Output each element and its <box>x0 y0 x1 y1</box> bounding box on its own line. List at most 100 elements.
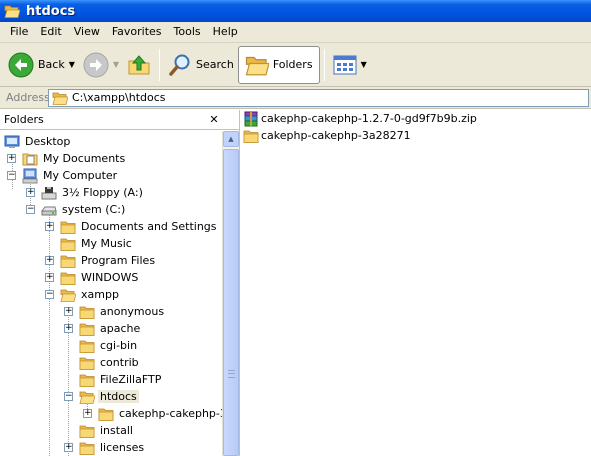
expand-icon[interactable]: + <box>26 188 35 197</box>
folder-open-icon <box>79 389 95 405</box>
forward-arrow-icon <box>83 52 109 78</box>
collapse-icon[interactable]: − <box>26 205 35 214</box>
search-label: Search <box>196 58 234 71</box>
tree-node[interactable]: anonymous <box>79 303 166 320</box>
collapse-icon[interactable]: − <box>7 171 16 180</box>
back-button[interactable]: Back ▼ <box>4 46 79 84</box>
toolbar-separator <box>323 48 325 81</box>
tree-node-label: Desktop <box>25 135 71 148</box>
file-list: cakephp-cakephp-1.2.7-0-gd9f7b9b.zip cake… <box>241 110 591 456</box>
expand-icon[interactable]: + <box>64 307 73 316</box>
tree-node-label: apache <box>100 322 141 335</box>
tree-node[interactable]: htdocs <box>79 388 139 405</box>
tree-node[interactable]: contrib <box>79 354 141 371</box>
toolbar-separator <box>159 48 161 81</box>
back-arrow-icon <box>8 52 34 78</box>
tree-node[interactable]: Program Files <box>60 252 157 269</box>
folder-icon <box>52 90 68 106</box>
address-input[interactable]: C:\xampp\htdocs <box>48 88 589 107</box>
folder-icon <box>79 440 95 456</box>
scroll-thumb[interactable] <box>223 149 239 456</box>
collapse-icon[interactable]: − <box>64 392 73 401</box>
views-button[interactable]: ▼ <box>329 46 371 84</box>
tree-node[interactable]: My Music <box>60 235 134 252</box>
folder-icon <box>79 372 95 388</box>
expand-icon[interactable]: + <box>64 324 73 333</box>
folder-icon <box>4 3 20 19</box>
tree-node-label: licenses <box>100 441 145 454</box>
folder-icon <box>60 253 76 269</box>
forward-dropdown-icon: ▼ <box>112 60 120 69</box>
tree-node[interactable]: apache <box>79 320 142 337</box>
folder-icon <box>60 236 76 252</box>
folders-pane-title: Folders <box>4 113 44 126</box>
toolbar: Back ▼ ▼ Search Folders ▼ <box>0 43 591 87</box>
expand-icon[interactable]: + <box>83 409 92 418</box>
hard-drive-icon <box>41 202 57 218</box>
tree-node-label: xampp <box>81 288 119 301</box>
expand-icon[interactable]: + <box>7 154 16 163</box>
views-dropdown-icon[interactable]: ▼ <box>361 60 367 69</box>
tree-node[interactable]: install <box>79 422 135 439</box>
list-item[interactable]: cakephp-cakephp-1.2.7-0-gd9f7b9b.zip <box>243 110 477 127</box>
tree-node[interactable]: Documents and Settings <box>60 218 219 235</box>
folders-pane: Folders ✕ Desktop + My Documents − My Comput… <box>0 110 240 456</box>
tree-node[interactable]: My Documents <box>22 150 127 167</box>
forward-button[interactable]: ▼ <box>79 46 123 84</box>
file-name: cakephp-cakephp-3a28271 <box>261 129 411 142</box>
folder-icon <box>60 270 76 286</box>
folder-icon <box>79 338 95 354</box>
expand-icon[interactable]: + <box>45 256 54 265</box>
folders-button[interactable]: Folders <box>237 45 320 84</box>
tree-node[interactable]: My Computer <box>22 167 119 184</box>
tree-node[interactable]: system (C:) <box>41 201 127 218</box>
window-title: htdocs <box>26 3 76 19</box>
back-dropdown-icon[interactable]: ▼ <box>69 60 75 69</box>
tree-node[interactable]: WINDOWS <box>60 269 140 286</box>
search-button[interactable]: Search <box>164 46 238 84</box>
expand-icon[interactable]: + <box>64 443 73 452</box>
tree-node[interactable]: xampp <box>60 286 121 303</box>
tree-node-label: WINDOWS <box>81 271 139 284</box>
tree-node-label: htdocs <box>98 390 139 403</box>
folders-scrollbar[interactable]: ▲ <box>222 131 239 456</box>
expand-icon[interactable]: + <box>45 222 54 231</box>
collapse-icon[interactable]: − <box>45 290 54 299</box>
menu-favorites[interactable]: Favorites <box>106 22 168 42</box>
menu-view[interactable]: View <box>68 22 106 42</box>
tree-node-label: system (C:) <box>62 203 126 216</box>
my-documents-icon <box>22 151 38 167</box>
close-icon[interactable]: ✕ <box>207 113 221 127</box>
folders-pane-header: Folders ✕ <box>0 110 239 130</box>
tree-node[interactable]: cakephp-cakephp-3a2 <box>98 405 222 422</box>
title-bar[interactable]: htdocs <box>0 0 591 22</box>
tree-node[interactable]: licenses <box>79 439 146 456</box>
tree-node[interactable]: Desktop <box>4 133 72 150</box>
back-label: Back <box>38 58 65 71</box>
tree-node[interactable]: cgi-bin <box>79 337 139 354</box>
folder-open-icon <box>60 287 76 303</box>
tree-node-label: My Documents <box>43 152 126 165</box>
folder-tree: Desktop + My Documents − My Computer +3½ Flop… <box>0 131 222 456</box>
tree-node-label: anonymous <box>100 305 165 318</box>
floppy-drive-icon <box>41 185 57 201</box>
tree-node-label: 3½ Floppy (A:) <box>62 186 143 199</box>
menu-edit[interactable]: Edit <box>34 22 67 42</box>
expand-icon[interactable]: + <box>45 273 54 282</box>
folder-icon <box>79 321 95 337</box>
tree-node-label: FileZillaFTP <box>100 373 162 386</box>
file-name: cakephp-cakephp-1.2.7-0-gd9f7b9b.zip <box>261 112 477 125</box>
folder-icon <box>243 128 259 144</box>
tree-node-label: My Music <box>81 237 132 250</box>
menu-help[interactable]: Help <box>207 22 244 42</box>
tree-node[interactable]: FileZillaFTP <box>79 371 163 388</box>
my-computer-icon <box>22 168 38 184</box>
menu-file[interactable]: File <box>4 22 34 42</box>
list-item[interactable]: cakephp-cakephp-3a28271 <box>243 127 411 144</box>
menu-tools[interactable]: Tools <box>168 22 207 42</box>
tree-node[interactable]: 3½ Floppy (A:) <box>41 184 145 201</box>
scroll-up-icon[interactable]: ▲ <box>223 131 239 147</box>
tree-node-label: My Computer <box>43 169 118 182</box>
tree-node-label: install <box>100 424 133 437</box>
up-button[interactable] <box>123 46 155 84</box>
